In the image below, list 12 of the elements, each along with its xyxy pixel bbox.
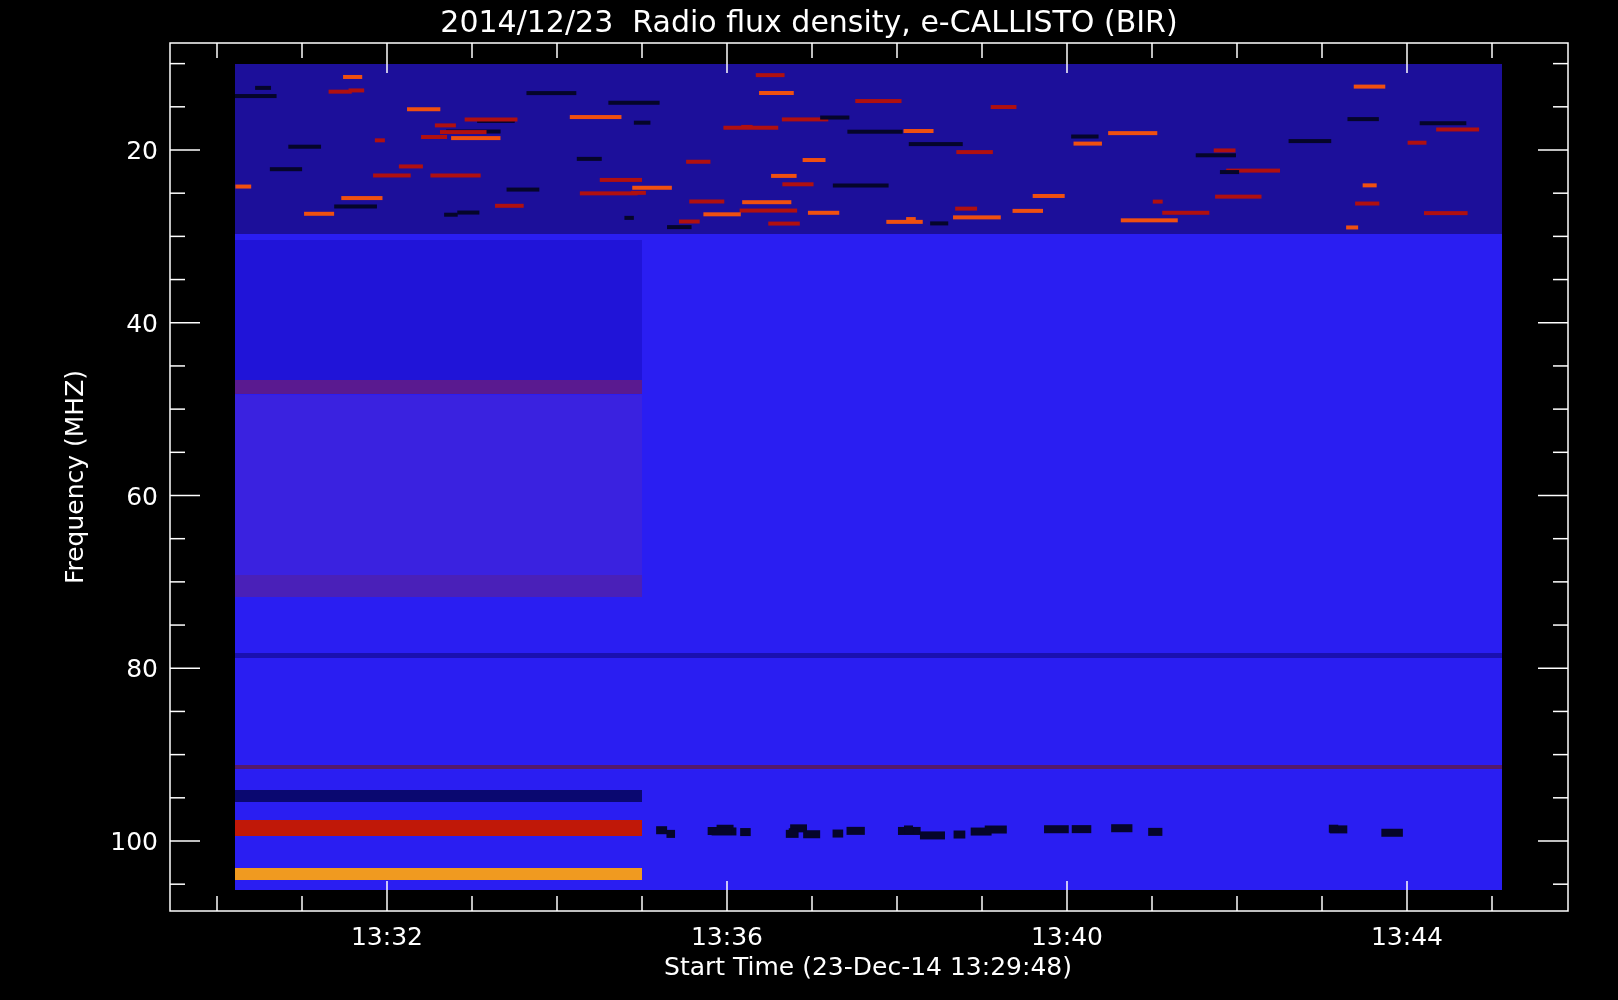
x-tick-label: 13:32: [351, 922, 423, 951]
x-axis-label: Start Time (23-Dec-14 13:29:48): [664, 952, 1072, 981]
y-tick-label: 40: [126, 308, 158, 338]
x-tick-label: 13:36: [691, 922, 763, 951]
y-tick-label: 100: [110, 827, 158, 856]
y-tick-label: 20: [126, 136, 158, 165]
chart-title: 2014/12/23 Radio flux density, e-CALLISTO (BIR): [440, 4, 1178, 39]
x-tick-label: 13:40: [1031, 922, 1103, 951]
y-tick-label: 60: [126, 481, 158, 511]
y-axis-label: Frequency (MHZ): [60, 369, 89, 585]
y-tick-label: 80: [126, 654, 158, 684]
x-tick-label: 13:44: [1371, 922, 1443, 951]
